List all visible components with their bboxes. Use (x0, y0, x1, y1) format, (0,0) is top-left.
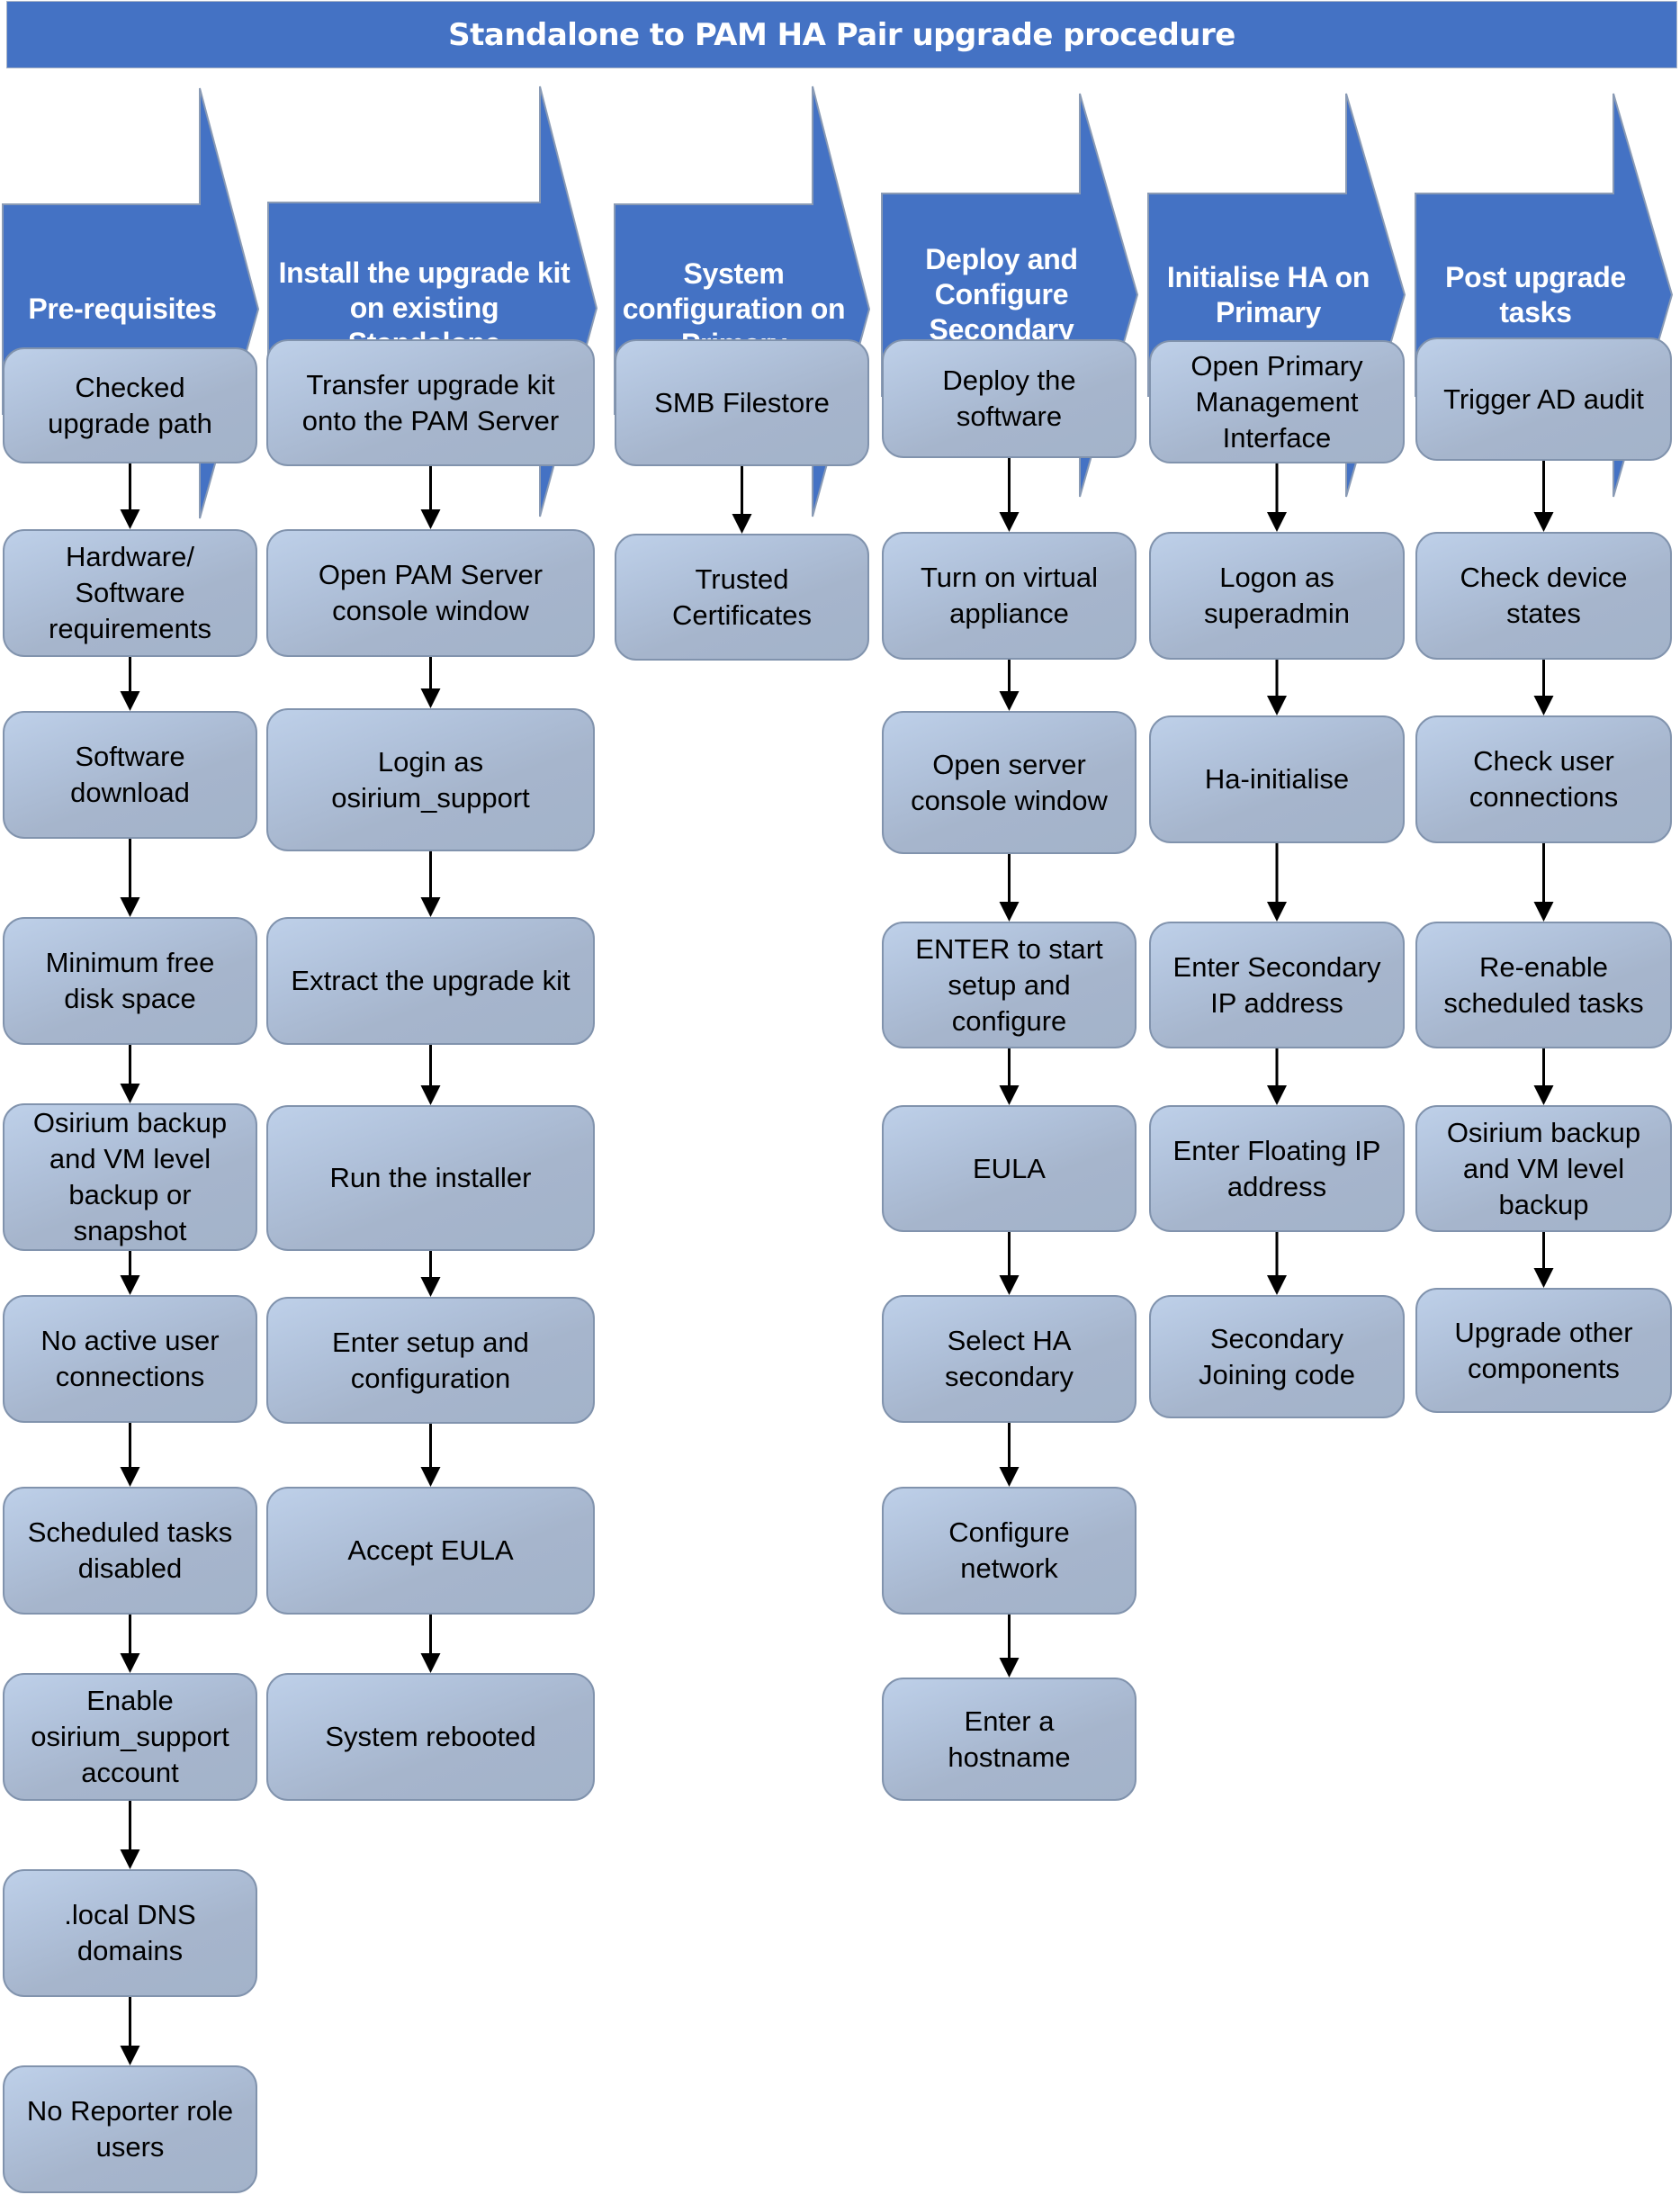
step-box: Software download (3, 711, 257, 839)
arrowhead-icon (120, 2046, 140, 2065)
step-box: Extract the upgrade kit (266, 917, 595, 1045)
arrowhead-icon (999, 512, 1020, 532)
arrowhead-icon (420, 1653, 441, 1673)
arrowhead-icon (732, 514, 752, 534)
step-box: Open Primary Management Interface (1149, 340, 1405, 463)
step-box: Deploy the software (882, 339, 1136, 458)
arrowhead-icon (1267, 1275, 1287, 1295)
arrowhead-icon (120, 1275, 140, 1295)
step-box: Scheduled tasks disabled (3, 1487, 257, 1615)
step-box: Secondary Joining code (1149, 1295, 1405, 1418)
step-box: Trusted Certificates (615, 534, 869, 661)
step-box: Enable osirium_support account (3, 1673, 257, 1801)
step-box: Enter a hostname (882, 1678, 1136, 1801)
arrowhead-icon (420, 509, 441, 529)
step-box: Enter Floating IP address (1149, 1105, 1405, 1232)
step-box: Re-enable scheduled tasks (1415, 922, 1672, 1048)
step-box: Open PAM Server console window (266, 529, 595, 657)
step-box: EULA (882, 1105, 1136, 1232)
step-box: Upgrade other components (1415, 1288, 1672, 1413)
step-box: System rebooted (266, 1673, 595, 1801)
arrowhead-icon (120, 691, 140, 711)
arrowhead-icon (1533, 512, 1554, 532)
arrowhead-icon (420, 897, 441, 917)
arrowhead-icon (999, 691, 1020, 711)
arrowhead-icon (120, 1467, 140, 1487)
step-box: ENTER to start setup and configure (882, 922, 1136, 1048)
step-box: Trigger AD audit (1415, 337, 1672, 461)
step-box: Enter Secondary IP address (1149, 922, 1405, 1048)
step-box: Minimum free disk space (3, 917, 257, 1045)
arrowhead-icon (120, 897, 140, 917)
arrowhead-icon (999, 1658, 1020, 1678)
step-box: No active user connections (3, 1295, 257, 1423)
arrowhead-icon (120, 1653, 140, 1673)
step-box: Configure network (882, 1487, 1136, 1615)
step-box: Hardware/ Software requirements (3, 529, 257, 657)
arrowhead-icon (420, 1277, 441, 1297)
step-box: Login as osirium_support (266, 708, 595, 851)
step-box: Turn on virtual appliance (882, 532, 1136, 660)
arrowhead-icon (1267, 902, 1287, 922)
arrowhead-icon (999, 1467, 1020, 1487)
step-box: Accept EULA (266, 1487, 595, 1615)
step-box: No Reporter role users (3, 2065, 257, 2193)
arrowhead-icon (420, 688, 441, 708)
step-box: Enter setup and configuration (266, 1297, 595, 1424)
arrowhead-icon (120, 1084, 140, 1103)
arrowhead-icon (420, 1085, 441, 1105)
arrowhead-icon (1533, 696, 1554, 715)
step-box: Ha-initialise (1149, 715, 1405, 843)
step-box: Checked upgrade path (3, 347, 257, 463)
step-box: SMB Filestore (615, 339, 869, 466)
arrowhead-icon (1267, 1085, 1287, 1105)
step-box: Run the installer (266, 1105, 595, 1251)
arrowhead-icon (999, 1275, 1020, 1295)
arrowhead-icon (1533, 902, 1554, 922)
arrowhead-icon (120, 1849, 140, 1869)
arrowhead-icon (120, 509, 140, 529)
step-box: Transfer upgrade kit onto the PAM Server (266, 339, 595, 466)
arrowhead-icon (999, 1085, 1020, 1105)
step-box: .local DNS domains (3, 1869, 257, 1997)
step-box: Logon as superadmin (1149, 532, 1405, 660)
arrowhead-icon (999, 902, 1020, 922)
arrowhead-icon (1267, 512, 1287, 532)
step-box: Open server console window (882, 711, 1136, 854)
step-box: Osirium backup and VM level backup or sn… (3, 1103, 257, 1251)
arrowhead-icon (1267, 696, 1287, 715)
arrowhead-icon (1533, 1085, 1554, 1105)
step-box: Check device states (1415, 532, 1672, 660)
step-box: Select HA secondary (882, 1295, 1136, 1423)
step-box: Osirium backup and VM level backup (1415, 1105, 1672, 1232)
step-box: Check user connections (1415, 715, 1672, 843)
arrowhead-icon (1533, 1268, 1554, 1288)
arrowhead-icon (420, 1467, 441, 1487)
